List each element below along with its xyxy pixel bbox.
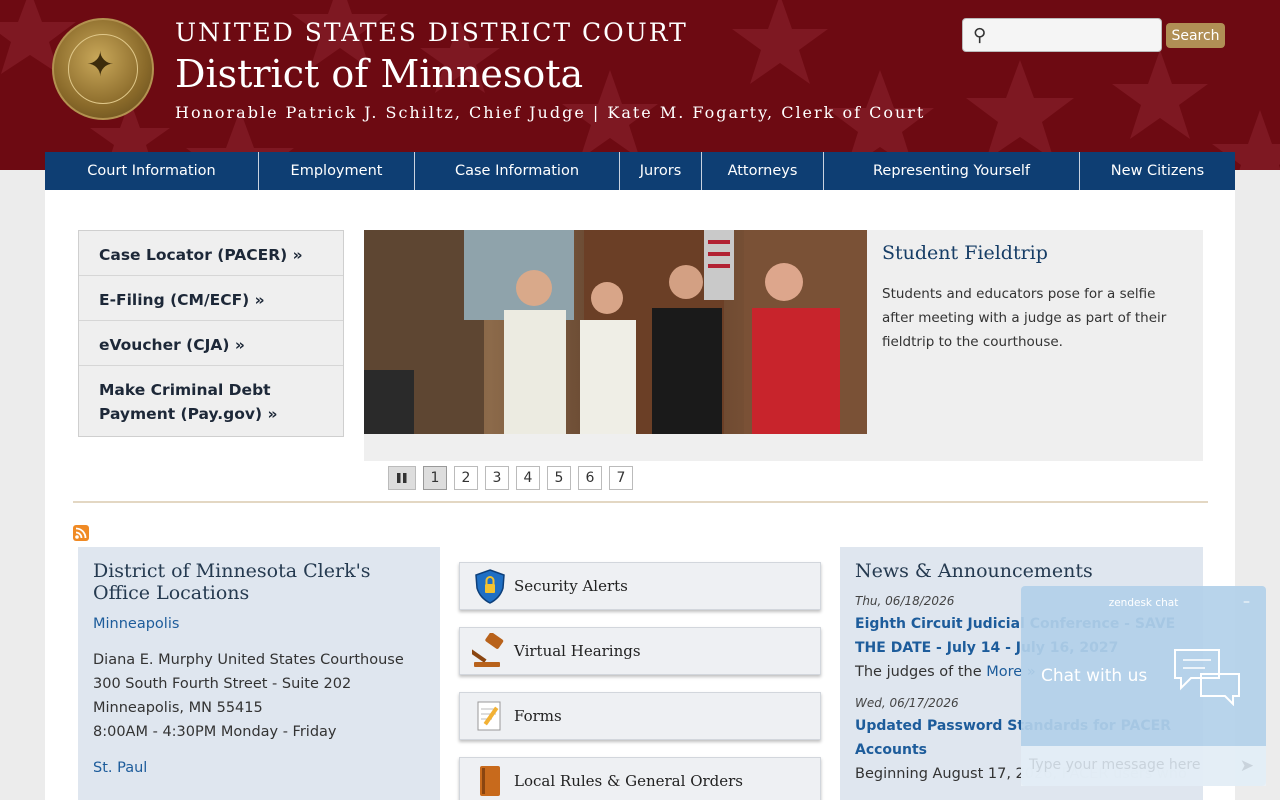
pager-6[interactable]: 6 (578, 466, 602, 490)
minneapolis-address: Diana E. Murphy United States Courthouse… (93, 648, 425, 744)
virtual-hearings-label: Virtual Hearings (514, 642, 641, 660)
news-excerpt: The judges of the (855, 664, 982, 680)
city-link-minneapolis[interactable]: Minneapolis (93, 616, 425, 632)
quick-link-evoucher[interactable]: eVoucher (CJA) » (79, 321, 343, 366)
slide-title[interactable]: Student Fieldtrip (882, 242, 1048, 264)
security-alerts-label: Security Alerts (514, 577, 628, 595)
book-icon (472, 763, 508, 799)
nav-employment[interactable]: Employment (259, 152, 415, 190)
slider-pager: 1 2 3 4 5 6 7 (388, 466, 633, 490)
slide-photo[interactable] (364, 230, 867, 434)
nav-jurors[interactable]: Jurors (620, 152, 702, 190)
quick-links: Case Locator (PACER) » E-Filing (CM/ECF)… (78, 230, 344, 437)
shield-lock-icon (472, 568, 508, 604)
chat-input[interactable]: Type your message here (1029, 757, 1200, 773)
chat-title: zendesk chat (1108, 597, 1179, 609)
form-pencil-icon (472, 698, 508, 734)
chat-input-bar: Type your message here ➤ (1021, 746, 1266, 786)
gavel-icon (469, 632, 508, 669)
slide-description: Students and educators pose for a selfie… (882, 286, 1167, 350)
search-box: ⚲ (962, 18, 1162, 52)
chat-bubble-icon (1174, 649, 1240, 706)
court-seal-icon[interactable]: ✦ (52, 18, 154, 120)
section-divider (73, 501, 1208, 503)
send-icon[interactable]: ➤ (1240, 756, 1254, 776)
quick-link-ecf[interactable]: E-Filing (CM/ECF) » (79, 276, 343, 321)
forms-label: Forms (514, 707, 562, 725)
photo-illustration (364, 230, 867, 434)
address-line: Minneapolis, MN 55415 (93, 700, 263, 716)
pause-icon[interactable] (388, 466, 416, 490)
address-line: 300 South Fourth Street - Suite 202 (93, 676, 352, 692)
security-alerts-button[interactable]: Security Alerts (459, 562, 821, 610)
nav-new-citizens[interactable]: New Citizens (1080, 152, 1235, 190)
eagle-icon: ✦ (86, 45, 115, 85)
rss-icon[interactable] (73, 525, 89, 541)
search-button[interactable]: Search (1166, 23, 1225, 48)
news-title: News & Announcements (855, 560, 1093, 582)
clerk-locations-panel: District of Minnesota Clerk's Office Loc… (78, 547, 440, 800)
zendesk-chat-widget[interactable]: zendesk chat – Chat with us Type your me… (1021, 586, 1266, 786)
address-line: Diana E. Murphy United States Courthouse (93, 652, 404, 668)
pager-1[interactable]: 1 (423, 466, 447, 490)
minimize-icon[interactable]: – (1243, 594, 1250, 610)
local-rules-label: Local Rules & General Orders (514, 772, 744, 790)
locations-title: District of Minnesota Clerk's Office Loc… (93, 560, 371, 604)
search-icon: ⚲ (973, 25, 987, 46)
nav-court-information[interactable]: Court Information (45, 152, 259, 190)
pager-3[interactable]: 3 (485, 466, 509, 490)
pager-5[interactable]: 5 (547, 466, 571, 490)
nav-case-information[interactable]: Case Information (415, 152, 620, 190)
main-nav: Court Information Employment Case Inform… (45, 152, 1235, 190)
office-hours: 8:00AM - 4:30PM Monday - Friday (93, 724, 337, 740)
virtual-hearings-button[interactable]: Virtual Hearings (459, 627, 821, 675)
local-rules-button[interactable]: Local Rules & General Orders (459, 757, 821, 800)
forms-button[interactable]: Forms (459, 692, 821, 740)
nav-representing-yourself[interactable]: Representing Yourself (824, 152, 1080, 190)
site-header: ✦ UNITED STATES DISTRICT COURT District … (0, 0, 1280, 170)
city-link-st-paul[interactable]: St. Paul (93, 760, 425, 776)
nav-attorneys[interactable]: Attorneys (702, 152, 824, 190)
district-title[interactable]: District of Minnesota (175, 52, 583, 96)
chat-call-to-action[interactable]: Chat with us (1041, 666, 1147, 686)
pager-7[interactable]: 7 (609, 466, 633, 490)
court-title: UNITED STATES DISTRICT COURT (175, 18, 688, 47)
quick-link-paygov[interactable]: Make Criminal Debt Payment (Pay.gov) » (79, 366, 343, 436)
search-input[interactable] (997, 23, 1157, 49)
pager-2[interactable]: 2 (454, 466, 478, 490)
court-officials: Honorable Patrick J. Schiltz, Chief Judg… (175, 103, 926, 122)
image-slider: Student Fieldtrip Students and educators… (364, 230, 1203, 461)
quick-link-pacer[interactable]: Case Locator (PACER) » (79, 231, 343, 276)
pager-4[interactable]: 4 (516, 466, 540, 490)
